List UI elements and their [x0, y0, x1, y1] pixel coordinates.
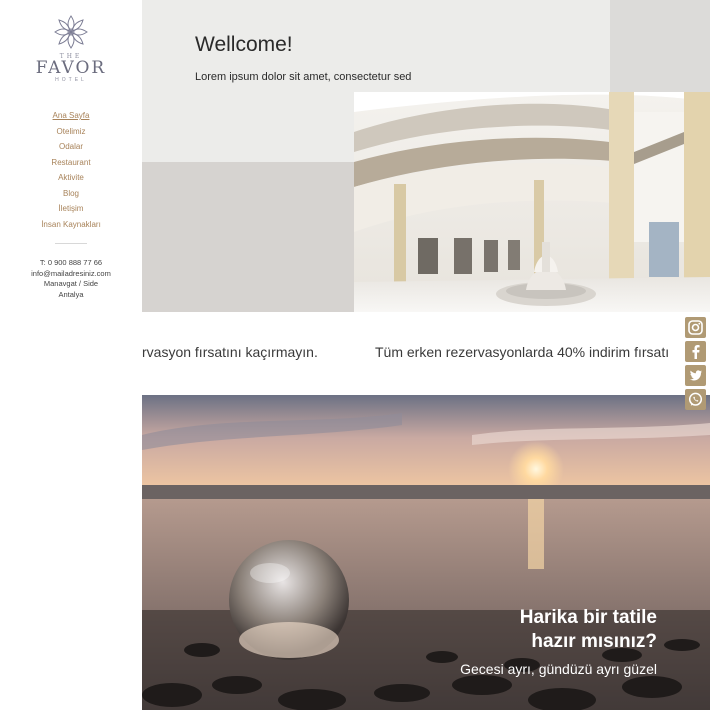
contact-phone[interactable]: T: 0 900 888 77 66: [0, 258, 142, 269]
menu-item-blog[interactable]: Blog: [0, 186, 142, 202]
hotel-lobby-image: [354, 92, 710, 312]
facebook-icon: [692, 345, 700, 359]
menu-item-aktivite[interactable]: Aktivite: [0, 170, 142, 186]
marquee-text-1: rvasyon fırsatını kaçırmayın.: [142, 344, 318, 360]
menu-item-insan-kaynaklari[interactable]: İnsan Kaynakları: [0, 217, 142, 233]
hero-backdrop-block: [142, 162, 354, 312]
menu-item-restaurant[interactable]: Restaurant: [0, 155, 142, 171]
facebook-button[interactable]: [685, 341, 706, 362]
sidebar: THE FAVOR HOTEL Ana Sayfa Otelimiz Odala…: [0, 0, 142, 710]
menu-item-iletisim[interactable]: İletişim: [0, 201, 142, 217]
marquee-text-2: Tüm erken rezervasyonlarda 40% indirim f…: [375, 344, 670, 360]
promo-line-1: Harika bir tatile: [519, 607, 657, 628]
main-menu: Ana Sayfa Otelimiz Odalar Restaurant Akt…: [0, 108, 142, 232]
logo-ornament-icon: [54, 15, 88, 49]
announcement-marquee: rvasyon fırsatını kaçırmayın. Tüm erken …: [142, 312, 710, 395]
menu-item-ana-sayfa[interactable]: Ana Sayfa: [0, 108, 142, 124]
whatsapp-button[interactable]: [685, 389, 706, 410]
twitter-button[interactable]: [685, 365, 706, 386]
hero-subtitle: Lorem ipsum dolor sit amet, consectetur …: [195, 71, 412, 83]
whatsapp-icon: [688, 392, 703, 406]
logo-name: FAVOR: [35, 58, 107, 78]
hero-right-block: [610, 0, 710, 92]
sidebar-divider: [55, 243, 87, 244]
hotel-logo[interactable]: THE FAVOR HOTEL: [0, 12, 142, 83]
contact-info: T: 0 900 888 77 66 info@mailadresiniz.co…: [0, 258, 142, 300]
twitter-icon: [689, 370, 702, 381]
contact-city: Manavgat / Side: [43, 279, 99, 288]
menu-item-otelimiz[interactable]: Otelimiz: [0, 124, 142, 140]
promo-headline: Harika bir tatile hazır mısınız?: [520, 606, 657, 654]
hero-section: Wellcome! Lorem ipsum dolor sit amet, co…: [142, 0, 710, 312]
promo-tagline: Gecesi ayrı, gündüzü ayrı güzel: [460, 661, 657, 677]
promo-line-2: hazır mısınız?: [531, 631, 657, 652]
contact-region: Antalya: [58, 289, 84, 299]
instagram-icon: [688, 320, 703, 335]
instagram-button[interactable]: [685, 317, 706, 338]
logo-hotel: HOTEL: [55, 77, 87, 83]
hero-title: Wellcome!: [195, 33, 293, 56]
main-content: Wellcome! Lorem ipsum dolor sit amet, co…: [142, 0, 710, 710]
social-links: [685, 317, 706, 413]
menu-item-odalar[interactable]: Odalar: [0, 139, 142, 155]
contact-email[interactable]: info@mailadresiniz.com: [0, 269, 142, 280]
